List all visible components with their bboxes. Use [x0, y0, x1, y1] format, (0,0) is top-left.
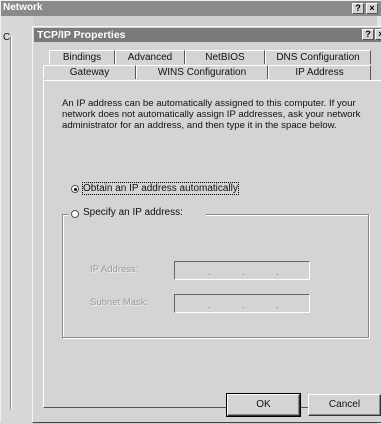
tab-gateway[interactable]: Gateway — [43, 65, 136, 79]
close-icon[interactable]: × — [375, 29, 381, 40]
tab-netbios[interactable]: NetBIOS — [185, 50, 265, 64]
network-window-titlebar: Network ? × — [1, 1, 381, 16]
obtain-ip-label[interactable]: Obtain an IP address automatically — [82, 182, 239, 195]
ip-address-tab-panel: An IP address can be automatically assig… — [43, 80, 381, 408]
description-text: An IP address can be automatically assig… — [62, 98, 361, 131]
ip-dot: . — [208, 300, 211, 310]
obtain-ip-radio[interactable] — [71, 185, 79, 193]
subnet-mask-field[interactable]: . . . — [174, 294, 310, 313]
help-icon[interactable]: ? — [352, 3, 364, 14]
tcpip-properties-dialog: TCP/IP Properties ? × Bindings Advanced … — [32, 26, 381, 423]
ip-address-label: IP Address: — [90, 264, 139, 275]
dialog-title: TCP/IP Properties — [37, 29, 126, 41]
ok-button[interactable]: OK — [226, 393, 301, 417]
ip-dot: . — [242, 300, 245, 310]
subnet-mask-label: Subnet Mask: — [90, 297, 149, 308]
network-window-title: Network — [3, 2, 43, 13]
network-window-content: C — [1, 16, 33, 424]
tab-bindings[interactable]: Bindings — [49, 50, 115, 64]
ip-dot: . — [242, 267, 245, 277]
specify-ip-radio[interactable] — [71, 210, 79, 218]
tab-advanced[interactable]: Advanced — [115, 50, 185, 64]
ip-dot: . — [208, 267, 211, 277]
tab-wins-configuration[interactable]: WINS Configuration — [136, 65, 268, 79]
tab-dns-configuration[interactable]: DNS Configuration — [265, 50, 371, 64]
help-icon[interactable]: ? — [362, 29, 374, 40]
specify-ip-label[interactable]: Specify an IP address: — [83, 207, 183, 218]
ip-address-field[interactable]: . . . — [174, 261, 310, 280]
close-icon[interactable]: × — [366, 3, 378, 14]
cancel-button[interactable]: Cancel — [308, 394, 381, 416]
dialog-titlebar: TCP/IP Properties ? × — [34, 28, 381, 42]
ip-dot: . — [276, 267, 279, 277]
divider — [11, 37, 12, 409]
tab-ip-address[interactable]: IP Address — [268, 65, 371, 80]
ip-dot: . — [276, 300, 279, 310]
